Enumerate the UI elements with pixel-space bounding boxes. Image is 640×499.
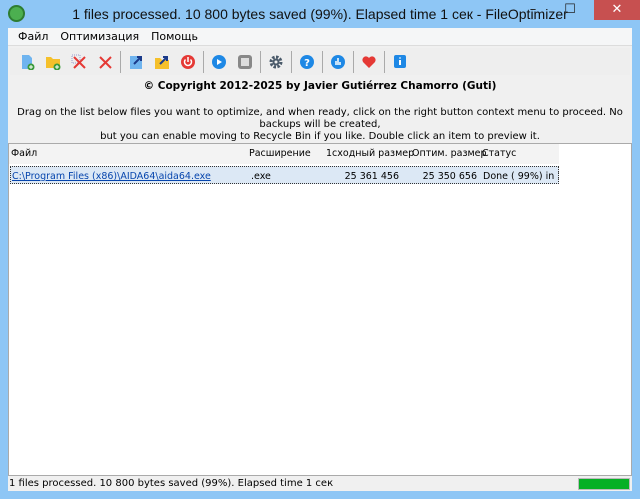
add-folder-icon bbox=[46, 56, 61, 70]
list-header: Файл Расширение 1сходный размер Оптим. р… bbox=[9, 144, 559, 164]
toolbar: ? bbox=[10, 48, 630, 75]
file-list[interactable]: Файл Расширение 1сходный размер Оптим. р… bbox=[8, 143, 632, 476]
column-optimized-size[interactable]: Оптим. размер bbox=[412, 148, 487, 159]
column-status[interactable]: Статус bbox=[482, 148, 516, 159]
donate-button[interactable] bbox=[356, 50, 382, 74]
gear-icon bbox=[269, 55, 283, 68]
separator bbox=[260, 50, 261, 73]
cell-optimized-size: 25 350 656 bbox=[422, 171, 477, 182]
clear-selected-icon bbox=[71, 54, 86, 69]
file-path-link[interactable]: C:\Program Files (x86)\AIDA64\aida64.exe bbox=[12, 171, 211, 182]
chart-icon bbox=[331, 54, 345, 69]
copyright-text: © Copyright 2012-2025 by Javier Gutiérre… bbox=[143, 80, 497, 92]
column-extension[interactable]: Расширение bbox=[249, 148, 311, 159]
stop-icon bbox=[238, 54, 252, 69]
cell-extension: .exe bbox=[251, 171, 271, 182]
svg-text:?: ? bbox=[304, 58, 310, 69]
progress-bar bbox=[578, 478, 630, 490]
open-file-button[interactable] bbox=[123, 50, 149, 74]
menu-help[interactable]: Помощь bbox=[145, 28, 204, 45]
info-icon bbox=[394, 54, 406, 68]
separator bbox=[353, 50, 354, 73]
maximize-button[interactable]: ☐ bbox=[548, 0, 592, 20]
minimize-button[interactable]: – bbox=[520, 0, 546, 20]
separator bbox=[384, 50, 385, 73]
optimize-button[interactable] bbox=[206, 50, 232, 74]
menu-optimize[interactable]: Оптимизация bbox=[54, 28, 145, 45]
cell-status: Done ( 99%) in 1 bbox=[483, 171, 559, 182]
open-file-icon bbox=[130, 55, 142, 69]
column-original-size[interactable]: 1сходный размер bbox=[326, 148, 414, 159]
exit-button[interactable] bbox=[175, 50, 201, 74]
separator bbox=[322, 50, 323, 73]
status-text: 1 files processed. 10 800 bytes saved (9… bbox=[9, 478, 334, 489]
instructions-line: Drag on the list below files you want to… bbox=[17, 107, 623, 130]
separator bbox=[203, 50, 204, 73]
clear-all-button[interactable] bbox=[92, 50, 118, 74]
client-area: Файл Оптимизация Помощь ? © Copyright 20… bbox=[8, 28, 632, 491]
open-folder-button[interactable] bbox=[149, 50, 175, 74]
add-folder-button[interactable] bbox=[40, 50, 66, 74]
instructions-line: but you can enable moving to Recycle Bin… bbox=[100, 131, 540, 142]
close-button[interactable]: ✕ bbox=[594, 0, 640, 20]
add-file-icon bbox=[22, 54, 35, 70]
column-file[interactable]: Файл bbox=[11, 148, 37, 159]
open-folder-icon bbox=[155, 55, 169, 69]
power-icon bbox=[181, 54, 195, 69]
separator bbox=[291, 50, 292, 73]
menu-bar: Файл Оптимизация Помощь bbox=[8, 28, 632, 46]
help-icon: ? bbox=[300, 54, 314, 69]
cell-original-size: 25 361 456 bbox=[344, 171, 399, 182]
title-bar: 1 files processed. 10 800 bytes saved (9… bbox=[0, 0, 640, 28]
clear-selected-button[interactable] bbox=[66, 50, 92, 74]
play-icon bbox=[212, 54, 226, 69]
menu-file[interactable]: Файл bbox=[12, 28, 54, 45]
options-button[interactable] bbox=[263, 50, 289, 74]
clear-icon bbox=[99, 55, 112, 69]
heart-icon bbox=[362, 55, 376, 68]
instructions: Drag on the list below files you want to… bbox=[8, 107, 632, 143]
about-button[interactable] bbox=[387, 50, 413, 74]
help-button[interactable]: ? bbox=[294, 50, 320, 74]
status-bar: 1 files processed. 10 800 bytes saved (9… bbox=[8, 477, 632, 491]
add-files-button[interactable] bbox=[14, 50, 40, 74]
separator bbox=[120, 50, 121, 73]
stop-button[interactable] bbox=[232, 50, 258, 74]
progress-fill bbox=[579, 479, 629, 489]
table-row[interactable]: C:\Program Files (x86)\AIDA64\aida64.exe… bbox=[10, 166, 559, 184]
stats-button[interactable] bbox=[325, 50, 351, 74]
